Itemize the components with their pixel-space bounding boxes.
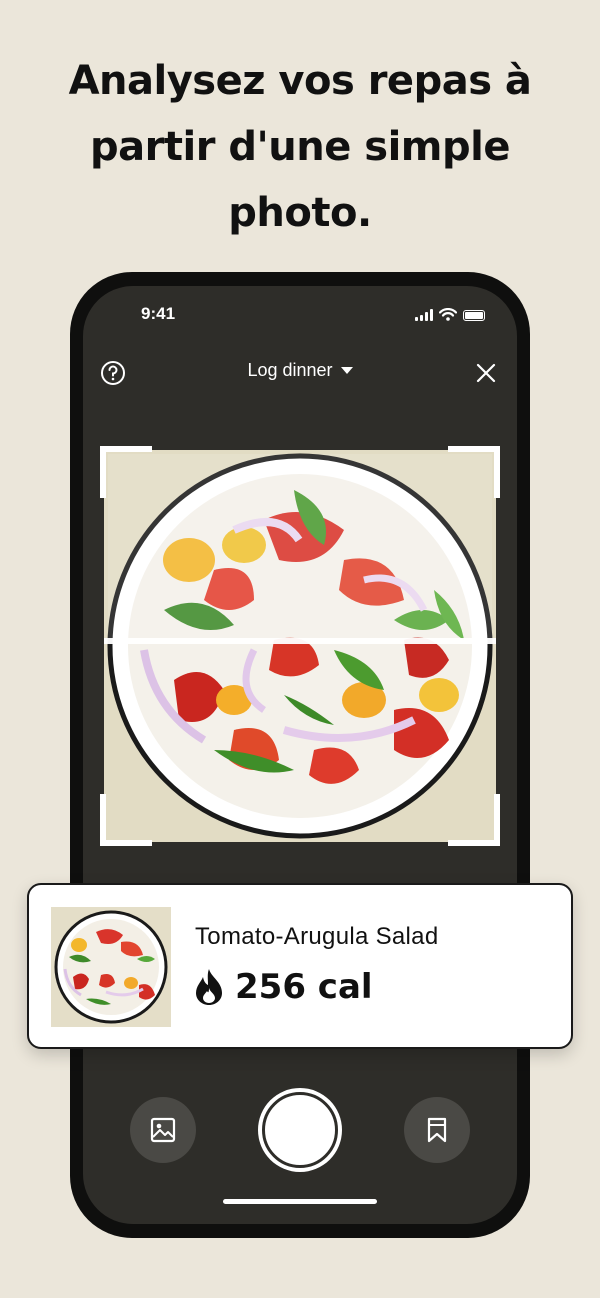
corner-bracket [100, 446, 152, 498]
page: Analysez vos repas à partir d'une simple… [0, 0, 600, 1298]
saved-meals-button[interactable] [404, 1097, 470, 1163]
food-name: Tomato-Arugula Salad [195, 923, 439, 950]
food-result-card[interactable]: Tomato-Arugula Salad 256 cal [27, 883, 573, 1049]
question-circle-icon[interactable] [100, 360, 126, 386]
shutter-button[interactable] [258, 1088, 342, 1172]
phone-mockup: 9:41 Log dinner [70, 272, 530, 1238]
home-indicator [223, 1199, 377, 1204]
scan-overlay [108, 454, 492, 642]
status-icons [415, 308, 485, 321]
image-icon [150, 1117, 176, 1143]
calorie-value: 256 cal [235, 967, 373, 1007]
bookmark-icon [427, 1117, 447, 1143]
top-bar: Log dinner [83, 358, 517, 388]
headline: Analysez vos repas à partir d'une simple… [68, 58, 532, 236]
calorie-row: 256 cal [193, 967, 373, 1007]
camera-viewfinder [100, 446, 500, 846]
corner-bracket [100, 794, 152, 846]
meal-selector-dropdown[interactable]: Log dinner [210, 360, 390, 381]
flame-icon [196, 969, 222, 1005]
close-icon[interactable] [475, 362, 497, 384]
scan-line [104, 638, 496, 644]
signal-icon [415, 309, 433, 321]
battery-icon [463, 310, 485, 321]
food-thumbnail [51, 907, 171, 1027]
phone-screen: 9:41 Log dinner [83, 286, 517, 1224]
caret-down-icon [340, 366, 353, 374]
gallery-button[interactable] [130, 1097, 196, 1163]
wifi-icon [439, 308, 457, 321]
corner-bracket [448, 794, 500, 846]
meal-photo [104, 450, 496, 842]
corner-bracket [448, 446, 500, 498]
meal-selector-label: Log dinner [247, 360, 333, 380]
status-time: 9:41 [141, 304, 176, 323]
